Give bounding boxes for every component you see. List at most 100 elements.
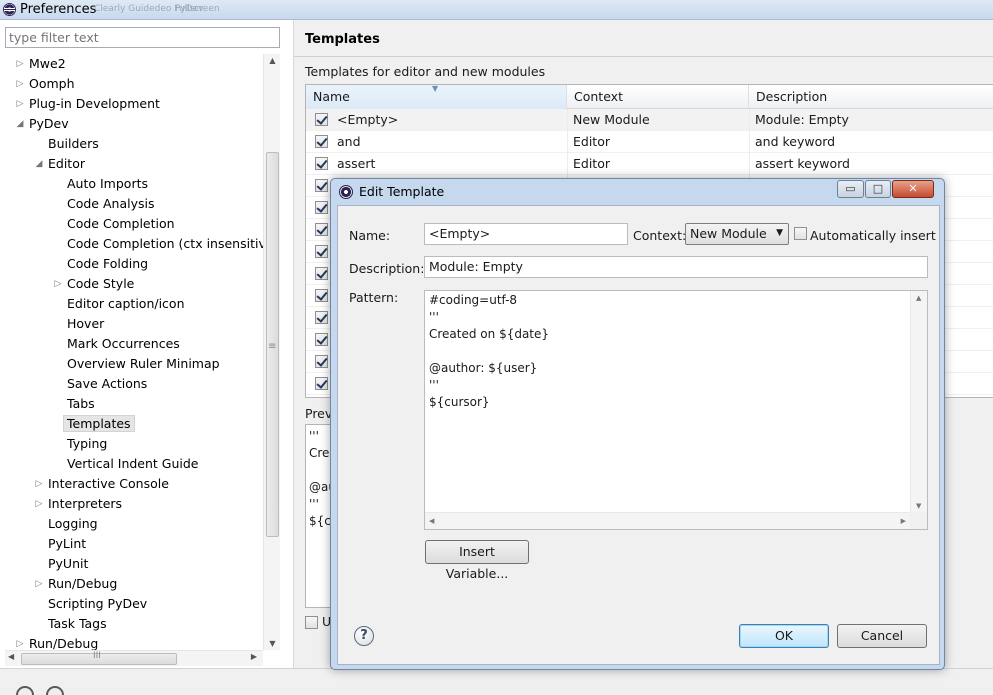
scroll-left-arrow-icon[interactable]: ◀ xyxy=(429,517,434,525)
name-field[interactable]: <Empty> xyxy=(424,223,628,245)
pattern-horizontal-scrollbar[interactable]: ◀ ▶ xyxy=(425,512,912,529)
enabled-checkbox[interactable] xyxy=(315,179,328,192)
enabled-checkbox[interactable] xyxy=(315,135,328,148)
tree-item[interactable]: Tabs xyxy=(67,394,95,414)
ok-button[interactable]: OK xyxy=(739,624,829,648)
column-header-description[interactable]: Description xyxy=(749,85,993,109)
pattern-line: ''' xyxy=(429,378,439,392)
enabled-checkbox[interactable] xyxy=(315,223,328,236)
collapsed-arrow-icon[interactable]: ▷ xyxy=(15,634,25,650)
tree-item[interactable]: ▷ Code Style xyxy=(55,274,135,294)
collapsed-arrow-icon[interactable]: ▷ xyxy=(34,474,44,494)
tree-item[interactable]: ◢ PyDev xyxy=(17,114,69,134)
tree-item[interactable]: Logging xyxy=(48,514,98,534)
cell-context: Editor xyxy=(573,156,610,171)
tree-item[interactable]: Templates xyxy=(63,414,135,434)
tree-item[interactable]: Editor caption/icon xyxy=(67,294,185,314)
pattern-line: @author: ${user} xyxy=(429,361,538,375)
context-select[interactable]: New Module ▼ xyxy=(685,223,789,245)
background-window-text-2: PyDev xyxy=(175,4,204,14)
tree-item[interactable]: ▷ Interpreters xyxy=(36,494,123,514)
enabled-checkbox[interactable] xyxy=(315,245,328,258)
close-button[interactable]: ✕ xyxy=(892,180,934,198)
table-row[interactable]: <Empty> New Module Module: Empty xyxy=(306,109,993,131)
enabled-checkbox[interactable] xyxy=(315,311,328,324)
enabled-checkbox[interactable] xyxy=(315,289,328,302)
tree-item[interactable]: Vertical Indent Guide xyxy=(67,454,199,474)
cancel-button[interactable]: Cancel xyxy=(837,624,927,648)
expanded-arrow-icon[interactable]: ◢ xyxy=(15,114,25,134)
tree-item[interactable]: Typing xyxy=(67,434,107,454)
enabled-checkbox[interactable] xyxy=(315,201,328,214)
enabled-checkbox[interactable] xyxy=(315,157,328,170)
tree-item[interactable]: ▷ Oomph xyxy=(17,74,75,94)
scroll-up-arrow-icon[interactable]: ▲ xyxy=(916,294,921,302)
pattern-vertical-scrollbar[interactable]: ▲ ▼ xyxy=(910,291,927,513)
tree-item[interactable]: Task Tags xyxy=(48,614,107,634)
tree-item-label: Editor caption/icon xyxy=(67,296,185,311)
tree-item[interactable]: Code Analysis xyxy=(67,194,154,214)
tree-item[interactable]: ▷ Plug-in Development xyxy=(17,94,160,114)
maximize-button[interactable]: □ xyxy=(865,180,891,198)
tree-item[interactable]: Save Actions xyxy=(67,374,147,394)
enabled-checkbox[interactable] xyxy=(315,355,328,368)
tree-item-label: Save Actions xyxy=(67,376,148,391)
tree-item-label: Interpreters xyxy=(48,496,123,511)
enabled-checkbox[interactable] xyxy=(315,267,328,280)
auto-insert-checkbox[interactable] xyxy=(794,227,807,240)
filter-input[interactable] xyxy=(5,27,280,48)
tree-item[interactable]: Builders xyxy=(48,134,99,154)
preferences-tree: ▷ Mwe2 ▷ Oomph ▷ Plug-in Development ◢ PyDev Bui… xyxy=(0,54,263,650)
tree-item[interactable]: Code Completion (ctx insensitive a xyxy=(67,234,263,254)
scroll-left-arrow-icon[interactable]: ◀ xyxy=(8,652,14,661)
preview-line: Cre xyxy=(309,446,330,460)
tree-item[interactable]: Auto Imports xyxy=(67,174,148,194)
tree-item[interactable]: Code Folding xyxy=(67,254,148,274)
tree-item[interactable]: Scripting PyDev xyxy=(48,594,147,614)
tree-item[interactable]: ▷ Interactive Console xyxy=(36,474,169,494)
enabled-checkbox[interactable] xyxy=(315,113,328,126)
tree-horizontal-scrollbar[interactable]: ◀ III ▶ xyxy=(5,650,263,666)
tree-item[interactable]: Code Completion xyxy=(67,214,175,234)
scroll-right-arrow-icon[interactable]: ▶ xyxy=(901,517,906,525)
minimize-button[interactable]: ▭ xyxy=(837,180,864,198)
tree-item[interactable]: PyUnit xyxy=(48,554,88,574)
auto-insert-label: Automatically insert xyxy=(810,228,936,243)
collapsed-arrow-icon[interactable]: ▷ xyxy=(34,494,44,514)
collapsed-arrow-icon[interactable]: ▷ xyxy=(15,94,25,114)
help-icon[interactable] xyxy=(16,686,34,695)
column-header-context[interactable]: Context xyxy=(567,85,749,109)
description-field[interactable]: Module: Empty xyxy=(424,256,928,278)
collapsed-arrow-icon[interactable]: ▷ xyxy=(53,274,63,294)
scroll-down-arrow-icon[interactable]: ▼ xyxy=(264,639,281,648)
column-divider xyxy=(567,131,568,153)
tree-vertical-scrollbar[interactable]: ▲ ≡ ▼ xyxy=(263,54,280,650)
column-header-name[interactable]: Name ▼ xyxy=(306,85,567,109)
collapsed-arrow-icon[interactable]: ▷ xyxy=(15,74,25,94)
collapsed-arrow-icon[interactable]: ▷ xyxy=(15,54,25,74)
enabled-checkbox[interactable] xyxy=(315,333,328,346)
insert-variable-button[interactable]: Insert Variable... xyxy=(425,540,529,581)
collapsed-arrow-icon[interactable]: ▷ xyxy=(34,574,44,594)
table-row[interactable]: assert Editor assert keyword xyxy=(306,153,993,175)
enabled-checkbox[interactable] xyxy=(315,377,328,390)
tree-item[interactable]: ▷ Run/Debug xyxy=(17,634,99,650)
tree-item[interactable]: ▷ Run/Debug xyxy=(36,574,118,594)
tree-item[interactable]: Overview Ruler Minimap xyxy=(67,354,220,374)
table-row[interactable]: and Editor and keyword xyxy=(306,131,993,153)
expanded-arrow-icon[interactable]: ◢ xyxy=(34,154,44,174)
tree-item[interactable]: PyLint xyxy=(48,534,86,554)
tree-item[interactable]: ◢ Editor xyxy=(36,154,85,174)
tree-item[interactable]: ▷ Mwe2 xyxy=(17,54,66,74)
tree-item[interactable]: Hover xyxy=(67,314,104,334)
scroll-up-arrow-icon[interactable]: ▲ xyxy=(264,56,281,65)
import-export-icon[interactable] xyxy=(46,686,64,695)
tree-item[interactable]: Mark Occurrences xyxy=(67,334,180,354)
column-header-name-label: Name xyxy=(313,89,350,104)
tree-item-label: Vertical Indent Guide xyxy=(67,456,199,471)
pattern-editor[interactable]: ▲ ▼ ◀ ▶ #coding=utf-8 ''' Created on ${dat… xyxy=(424,290,928,530)
help-icon[interactable]: ? xyxy=(354,626,374,646)
scroll-right-arrow-icon[interactable]: ▶ xyxy=(251,652,257,661)
scroll-down-arrow-icon[interactable]: ▼ xyxy=(916,502,921,510)
use-code-formatter-checkbox[interactable] xyxy=(305,616,318,629)
